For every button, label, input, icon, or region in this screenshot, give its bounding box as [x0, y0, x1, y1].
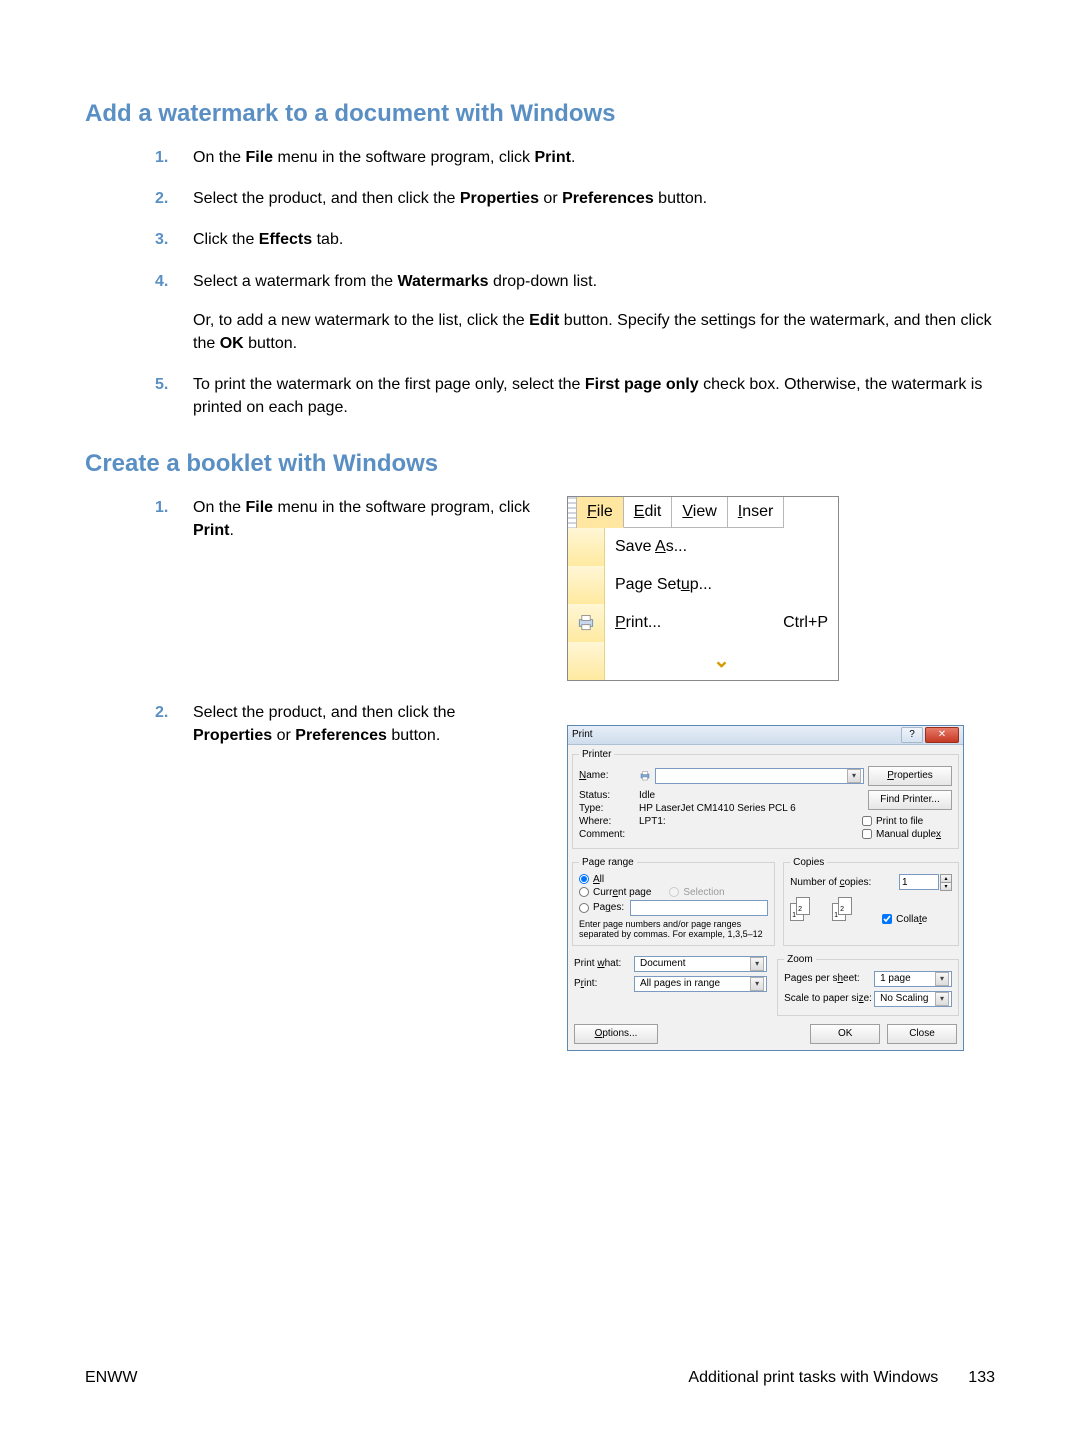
type-label: Type: — [579, 803, 639, 814]
chevron-down-icon: ▾ — [847, 769, 861, 783]
blank-icon — [568, 642, 605, 680]
copies-group: Copies Number of copies: ▴ ▾ — [783, 857, 959, 946]
current-page-label: Current page — [593, 887, 651, 898]
scale-select[interactable]: No Scaling ▾ — [874, 991, 952, 1007]
chevron-down-icon: ▾ — [935, 992, 949, 1006]
options-button[interactable]: Options... — [574, 1024, 658, 1044]
menu-tab-file[interactable]: File — [577, 497, 624, 528]
ok-button[interactable]: OK — [810, 1024, 880, 1044]
num-copies-input[interactable] — [899, 874, 939, 890]
steps-watermark: 1.On the File menu in the software progr… — [85, 146, 995, 420]
manual-duplex-label: Manual duplex — [876, 829, 941, 840]
manual-duplex-checkbox[interactable] — [862, 829, 872, 839]
menu-tab-view[interactable]: View — [672, 497, 727, 528]
menu-item-save-as-[interactable]: Save As... — [568, 528, 838, 566]
close-icon[interactable]: ✕ — [925, 727, 959, 743]
file-menu-screenshot: FileEditViewInser Save As...Page Setup..… — [567, 496, 839, 681]
chevron-down-icon: ▾ — [750, 957, 764, 971]
page-footer: ENWW Additional print tasks with Windows… — [85, 1369, 995, 1387]
step: 2.Select the product, and then click the… — [85, 187, 995, 210]
step: 3.Click the Effects tab. — [85, 228, 995, 251]
printer-group: Printer Name: ▾ Properties Status:I — [572, 749, 959, 849]
printer-name-label: Name: — [579, 770, 639, 781]
step: 2.Select the product, and then click the… — [85, 701, 535, 747]
chevron-down-icon: ▾ — [750, 977, 764, 991]
where-label: Where: — [579, 816, 639, 827]
pages-radio[interactable] — [579, 903, 589, 913]
printer-legend: Printer — [579, 749, 614, 760]
page-range-hint: Enter page numbers and/or page ranges se… — [579, 919, 768, 939]
printer-name-select[interactable]: ▾ — [655, 768, 864, 784]
steps-booklet-2: 2.Select the product, and then click the… — [85, 701, 535, 747]
pps-label: Pages per sheet: — [784, 973, 874, 984]
chevron-down-icon: ▾ — [935, 972, 949, 986]
print-dialog-screenshot: Print ? ✕ Printer Name: ▾ — [567, 725, 964, 1051]
close-button[interactable]: Close — [887, 1024, 957, 1044]
step: 1.On the File menu in the software progr… — [85, 146, 995, 169]
spinner-up[interactable]: ▴ — [940, 874, 952, 883]
heading-watermark: Add a watermark to a document with Windo… — [85, 100, 995, 128]
heading-booklet: Create a booklet with Windows — [85, 450, 995, 478]
all-radio[interactable] — [579, 874, 589, 884]
status-value: Idle — [639, 790, 655, 801]
blank-icon — [568, 566, 605, 604]
menu-item-print-[interactable]: Print...Ctrl+P — [568, 604, 838, 642]
collate-label: Collate — [896, 914, 927, 925]
page-range-group: Page range All Current page Selection Pa… — [572, 857, 775, 946]
collate-icon-2: 1 2 — [832, 897, 874, 925]
print-what-label: Print what: — [574, 958, 634, 969]
pages-input[interactable] — [630, 900, 768, 916]
chevron-down-icon: ⌄ — [713, 648, 730, 673]
properties-button[interactable]: Properties — [868, 766, 952, 786]
zoom-legend: Zoom — [784, 954, 816, 965]
step: 1.On the File menu in the software progr… — [85, 496, 535, 542]
footer-right-text: Additional print tasks with Windows — [688, 1369, 938, 1387]
menu-tab-edit[interactable]: Edit — [624, 497, 673, 528]
menu-item-page-setup-[interactable]: Page Setup... — [568, 566, 838, 604]
selection-radio — [669, 887, 679, 897]
copies-legend: Copies — [790, 857, 827, 868]
pages-label: Pages: — [593, 902, 624, 913]
blank-icon — [568, 528, 605, 566]
selection-label: Selection — [683, 887, 724, 898]
collate-icon: 1 2 — [790, 897, 832, 925]
type-value: HP LaserJet CM1410 Series PCL 6 — [639, 803, 796, 814]
print-dialog-title: Print — [572, 729, 593, 740]
footer-left: ENWW — [85, 1369, 137, 1387]
page-number: 133 — [968, 1369, 995, 1387]
steps-booklet-1: 1.On the File menu in the software progr… — [85, 496, 535, 542]
find-printer-button[interactable]: Find Printer... — [868, 790, 952, 810]
where-value: LPT1: — [639, 816, 666, 827]
pps-select[interactable]: 1 page ▾ — [874, 971, 952, 987]
comment-label: Comment: — [579, 829, 639, 840]
collate-checkbox[interactable] — [882, 914, 892, 924]
printer-icon — [568, 604, 605, 642]
page-range-legend: Page range — [579, 857, 637, 868]
print-to-file-label: Print to file — [876, 816, 923, 827]
print-select[interactable]: All pages in range ▾ — [634, 976, 767, 992]
status-label: Status: — [579, 790, 639, 801]
print-label: Print: — [574, 978, 634, 989]
menu-expand[interactable]: ⌄ — [568, 642, 838, 680]
step: 5.To print the watermark on the first pa… — [85, 373, 995, 419]
menu-tab-inser[interactable]: Inser — [728, 497, 785, 528]
all-label: All — [593, 874, 604, 885]
num-copies-label: Number of copies: — [790, 877, 871, 888]
current-page-radio[interactable] — [579, 887, 589, 897]
spinner-down[interactable]: ▾ — [940, 883, 952, 891]
print-to-file-checkbox[interactable] — [862, 816, 872, 826]
help-button[interactable]: ? — [901, 727, 923, 743]
step: 4.Select a watermark from the Watermarks… — [85, 270, 995, 356]
printer-icon — [639, 770, 651, 782]
scale-label: Scale to paper size: — [784, 993, 874, 1004]
print-what-select[interactable]: Document ▾ — [634, 956, 767, 972]
zoom-group: Zoom Pages per sheet: 1 page ▾ Scale to … — [777, 954, 959, 1016]
